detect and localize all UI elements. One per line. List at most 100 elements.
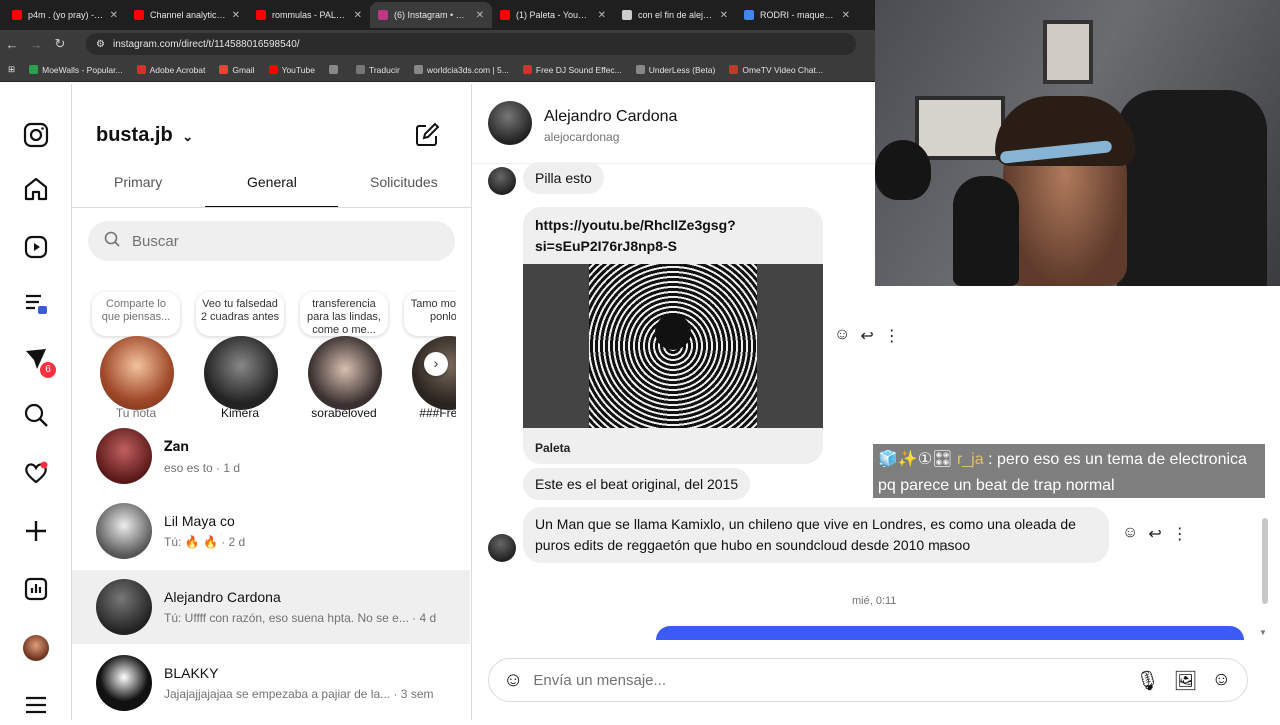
site-info-icon[interactable]: ⚙ — [96, 39, 105, 50]
reload-icon[interactable]: ↻ — [48, 36, 72, 52]
bookmark-item[interactable]: MoeWalls - Popular... — [29, 65, 123, 75]
apps-icon[interactable]: ⊞ — [8, 64, 15, 75]
link-title: Paleta — [535, 441, 571, 455]
close-tab-icon[interactable]: ✕ — [232, 10, 240, 21]
note-bubble: Tamo movimier ponlo a — [404, 292, 456, 336]
image-icon[interactable]: 🖼 — [1173, 669, 1197, 693]
scroll-down-icon[interactable]: ▼ — [1259, 628, 1267, 637]
instagram-logo-icon[interactable] — [22, 122, 50, 150]
browser-tab[interactable]: (1) Paleta - YouTube ✕ — [492, 2, 614, 28]
avatar[interactable] — [488, 167, 516, 195]
reply-icon[interactable]: ↩ — [1148, 524, 1161, 544]
bookmark-label: Traducir — [368, 64, 400, 75]
bookmark-item[interactable]: OmeTV Video Chat... — [729, 65, 823, 75]
url-field[interactable]: ⚙ instagram.com/direct/t/114588016598540… — [86, 33, 856, 55]
message-actions: ☺ ↩ ⋮ — [1122, 524, 1188, 544]
close-tab-icon[interactable]: ✕ — [842, 10, 850, 21]
message-bubble[interactable]: Pilla esto — [523, 162, 604, 194]
more-menu-icon[interactable] — [22, 692, 50, 720]
text-cursor-icon: I — [939, 540, 943, 554]
new-message-icon[interactable] — [414, 122, 440, 148]
bookmark-item[interactable]: Adobe Acrobat — [136, 65, 205, 75]
avatar[interactable] — [488, 101, 532, 145]
emoji-icon[interactable]: ☺ — [503, 669, 523, 692]
scrollbar[interactable] — [1262, 518, 1268, 604]
threads-feed-icon[interactable] — [22, 290, 50, 318]
bookmark-favicon — [29, 65, 39, 74]
insights-icon[interactable] — [22, 576, 50, 604]
browser-tab[interactable]: Channel analytics - Yo ✕ — [126, 2, 248, 28]
tab-title: rommulas - PALETA ( — [272, 10, 348, 20]
message-bubble[interactable]: Un Man que se llama Kamixlo, un chileno … — [523, 507, 1109, 563]
avatar[interactable] — [488, 534, 516, 562]
tab-primary[interactable]: Primary — [114, 174, 162, 190]
close-tab-icon[interactable]: ✕ — [110, 10, 118, 21]
close-tab-icon[interactable]: ✕ — [598, 10, 606, 21]
chat-contact-handle: alejocardonag — [544, 130, 620, 144]
profile-avatar[interactable] — [22, 634, 50, 662]
chevron-right-icon[interactable]: › — [424, 352, 448, 376]
sticker-icon[interactable]: ☺ — [1212, 669, 1231, 693]
conversation-row[interactable]: BLAKKY Jajajajjajajaa se empezaba a paji… — [72, 646, 470, 720]
tab-favicon — [744, 10, 754, 20]
browser-tab[interactable]: p4m . (yo pray) - You ✕ — [4, 2, 126, 28]
account-username: busta.jb — [96, 124, 173, 146]
tab-requests[interactable]: Solicitudes — [370, 174, 438, 190]
close-tab-icon[interactable]: ✕ — [720, 10, 728, 21]
webcam-overlay — [875, 0, 1280, 286]
bookmark-item[interactable]: Gmail — [219, 64, 255, 75]
bookmark-label: worldcia3ds.com | 5... — [426, 64, 509, 75]
conversation-name: Lil Maya co — [164, 513, 235, 529]
bookmark-item[interactable]: YouTube — [268, 64, 315, 75]
note-name: Tu nota — [115, 406, 157, 420]
reels-icon[interactable] — [22, 234, 50, 262]
conversation-name: 𝐙𝐚𝐧 — [164, 437, 190, 454]
search-icon[interactable] — [22, 402, 50, 430]
back-icon[interactable]: ← — [0, 37, 24, 52]
chat-header[interactable]: Alejandro Cardona alejocardonag — [472, 84, 875, 164]
bookmark-label: Gmail — [232, 64, 255, 75]
home-icon[interactable] — [22, 176, 50, 204]
emoji-react-icon[interactable]: ☺ — [834, 326, 850, 346]
conversation-row[interactable]: 𝐙𝐚𝐧 eso es to · 1 d — [72, 419, 470, 493]
note-name: Kimera — [220, 406, 259, 420]
tab-title: (1) Paleta - YouTube — [516, 10, 592, 20]
account-switcher[interactable]: busta.jb ⌄ — [96, 124, 193, 147]
message-bubble[interactable]: Este es el beat original, del 2015 — [523, 468, 751, 500]
bookmark-item[interactable] — [328, 65, 342, 74]
more-options-icon[interactable]: ⋮ — [884, 326, 900, 346]
close-tab-icon[interactable]: ✕ — [354, 10, 362, 21]
link-url[interactable]: https://youtu.be/RhclIZe3gsg?si=sEuP2I76… — [535, 215, 815, 257]
forward-icon[interactable]: → — [24, 37, 48, 52]
conversation-row[interactable]: Lil Maya co Tú: 🔥 🔥 · 2 d — [72, 494, 470, 568]
tab-general[interactable]: General — [247, 174, 297, 190]
bookmark-label: OmeTV Video Chat... — [742, 64, 823, 75]
conversation-row-selected[interactable]: Alejandro Cardona Tú: Uffff con razón, e… — [72, 570, 470, 644]
reply-icon[interactable]: ↩ — [860, 326, 873, 346]
microphone-icon[interactable]: 🎙 — [1135, 669, 1159, 693]
bookmark-item[interactable]: UnderLess (Beta) — [635, 65, 715, 75]
emoji-react-icon[interactable]: ☺ — [1122, 524, 1138, 544]
notifications-heart-icon[interactable] — [22, 460, 50, 488]
browser-tab[interactable]: (6) Instagram • Mens ✕ — [370, 2, 492, 28]
sent-message-bubble[interactable] — [656, 626, 1244, 640]
browser-tab[interactable]: RODRI - maqueta 1.w ✕ — [736, 2, 858, 28]
chevron-down-icon: ⌄ — [182, 129, 194, 144]
chat-contact-name[interactable]: Alejandro Cardona — [544, 108, 677, 126]
bookmark-item[interactable]: Free DJ Sound Effec... — [522, 65, 622, 75]
bookmark-item[interactable]: worldcia3ds.com | 5... — [413, 64, 509, 75]
video-thumbnail[interactable] — [523, 264, 823, 428]
create-plus-icon[interactable] — [22, 518, 50, 546]
message-input[interactable]: ☺ Envía un mensaje... 🎙 🖼 ☺ — [488, 658, 1248, 702]
messages-icon[interactable]: 6 — [22, 346, 56, 378]
close-tab-icon[interactable]: ✕ — [476, 10, 484, 21]
instagram-sidebar: 6 — [0, 84, 72, 720]
search-input[interactable]: Buscar — [88, 221, 455, 261]
bookmark-favicon — [522, 65, 532, 74]
link-preview-message[interactable]: https://youtu.be/RhclIZe3gsg?si=sEuP2I76… — [523, 207, 823, 464]
more-options-icon[interactable]: ⋮ — [1172, 524, 1188, 544]
bookmark-item[interactable]: Traducir — [355, 64, 400, 75]
browser-tab[interactable]: con el fin de alejarm ✕ — [614, 2, 736, 28]
browser-tab[interactable]: rommulas - PALETA ( ✕ — [248, 2, 370, 28]
bookmark-label: YouTube — [281, 64, 315, 75]
